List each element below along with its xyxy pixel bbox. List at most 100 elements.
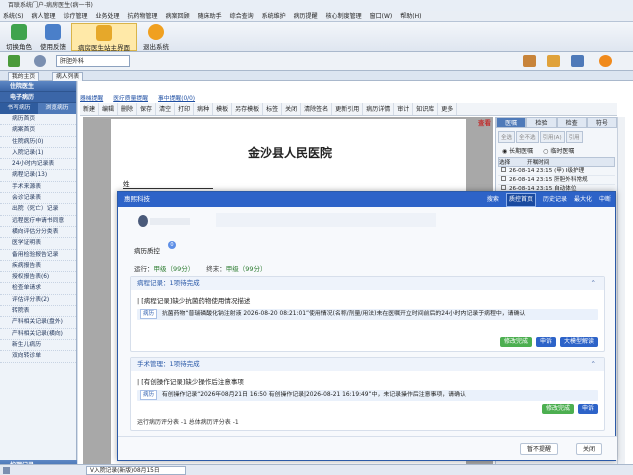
sidebar-item[interactable]: 住院病历(0) [0,137,76,148]
doctor-station-button[interactable]: 病房医生站主界面 [71,23,137,52]
switch-role-button[interactable]: 切换角色 [2,23,36,51]
history-button[interactable]: 历史记录 [543,192,567,207]
menu-item[interactable]: 核心制度管理 [326,11,362,21]
document-field[interactable]: 姓 [123,178,213,189]
clear-button[interactable]: 清空 [156,103,176,115]
sidebar-item[interactable]: 24小时内记录表 [0,159,76,171]
sidebar-item[interactable]: 病程记录(13) [0,170,76,182]
disease-button[interactable]: 病种 [194,103,214,115]
tab-browse-record[interactable]: 浏览病历 [38,103,76,114]
interrupt-button[interactable]: 中断 [599,192,611,207]
sidebar-header[interactable]: 住院医生 [0,81,76,92]
clear-signature-button[interactable]: 清除签名 [301,103,333,115]
mark-done-button[interactable]: 修改完成 [541,404,574,414]
sidebar-item[interactable]: 新生儿病历 [0,340,76,352]
sidebar-item[interactable]: 产科相关记录(盘外) [0,317,76,329]
more-button[interactable]: 更多 [438,103,458,115]
menu-item[interactable]: 病人管理 [32,11,56,21]
dont-remind-button[interactable]: 暂不提醒 [520,443,559,455]
menu-item[interactable]: 系统维护 [262,11,286,21]
menu-item[interactable]: 病历提醒 [294,11,318,21]
new-button[interactable]: 新建 [80,103,100,115]
tab-orders[interactable]: 医嘱 [496,117,527,128]
print-button[interactable]: 打印 [175,103,195,115]
sidebar-item[interactable]: 评估评分表(2) [0,295,76,307]
sidebar-item[interactable]: 转院表 [0,306,76,318]
close-button[interactable]: 关闭 [282,103,302,115]
record-detail-button[interactable]: 病历详情 [363,103,395,115]
exit-button[interactable]: 退出系统 [139,23,173,51]
tab-home[interactable]: 我的主页 [8,72,40,81]
feedback-button[interactable]: 使用反馈 [36,23,70,51]
row-checkbox[interactable] [501,176,506,181]
table-row[interactable]: 26-08-14 23:15 肝胆外科常规 [498,176,615,185]
table-row[interactable]: 26-08-14 23:15 (甲) I级护理 [498,167,615,176]
menu-item[interactable]: 诊疗管理 [64,11,88,21]
menu-item[interactable]: 帮助(H) [400,11,421,21]
ai-explain-button[interactable]: 大模型解读 [559,337,598,347]
vertical-scrollbar[interactable] [617,117,625,464]
sidebar-item[interactable]: 双向转诊单 [0,351,76,363]
appeal-button[interactable]: 申诉 [577,404,598,414]
tab-write-record[interactable]: 书写病历 [0,103,38,114]
open-document-tab[interactable]: V入院记录(新版)08月15日 [86,466,186,475]
section-header[interactable]: 手术管理：1项待完成 ⌃ [131,358,604,371]
menu-item[interactable]: 综合查询 [230,11,254,21]
audit-button[interactable]: 审计 [394,103,414,115]
select-none-button[interactable]: 全不选 [516,131,539,143]
nav-left-icon[interactable] [3,467,10,474]
save-button[interactable]: 保存 [137,103,157,115]
row-checkbox[interactable] [501,185,506,190]
sidebar-item[interactable]: 病历首页 [0,114,76,126]
reference-button[interactable]: 引用 [565,131,583,143]
sidebar-item[interactable]: 病案首页 [0,125,76,137]
search-button[interactable]: 搜索 [487,192,499,207]
template-button[interactable]: 模板 [213,103,233,115]
tag-button[interactable]: 标签 [263,103,283,115]
sidebar-item[interactable]: 疾病报告表 [0,261,76,273]
sidebar-emr-header[interactable]: 电子病历 [0,92,76,103]
sidebar-item[interactable]: 备用检验报告记录 [0,250,76,261]
row-checkbox[interactable] [501,167,506,172]
sidebar-item[interactable]: 产科相关记录(横向) [0,329,76,340]
menu-item[interactable]: 窗口(W) [370,11,393,21]
close-dialog-button[interactable]: 关闭 [576,443,603,455]
section-header[interactable]: 病程记录：1项待完成 ⌃ [131,277,604,290]
radio-long-term[interactable]: ◉ 长期医嘱 [502,146,533,155]
sidebar-item[interactable]: 医学证明表 [0,238,76,250]
link-incident-reminder[interactable]: 事中提醒(0/0) [158,93,195,103]
chevron-up-icon[interactable]: ⌃ [591,358,596,371]
save-template-button[interactable]: 另存模板 [232,103,264,115]
menu-item[interactable]: 业务处理 [96,11,120,21]
tab-exam[interactable]: 检查 [556,117,587,128]
link-device-reminder[interactable]: 器械提醒 [80,93,103,103]
sidebar-item[interactable]: 远程医疗申请书同意 [0,216,76,227]
mail-icon[interactable] [547,55,560,67]
knowledge-button[interactable]: 知识库 [413,103,439,115]
reference-a-button[interactable]: 引用(A) [539,131,565,143]
sidebar-item[interactable]: 入院记录(1) [0,148,76,160]
select-all-button[interactable]: 全选 [498,131,516,143]
sidebar-item[interactable]: 授权报告表(6) [0,272,76,284]
mark-done-button[interactable]: 修改完成 [499,337,532,347]
menu-item[interactable]: 病案回顾 [166,11,190,21]
tab-patient-list[interactable]: 病人列表 [52,72,84,81]
maximize-button[interactable]: 最大化 [574,192,592,207]
search-icon[interactable] [34,55,46,67]
refresh-icon[interactable] [8,55,20,67]
update-reference-button[interactable]: 更新引用 [332,103,364,115]
menu-item[interactable]: 抗药物管理 [128,11,158,21]
sidebar-item[interactable]: 会诊记录表 [0,193,76,205]
sidebar-item[interactable]: 横向评估分分类表 [0,227,76,239]
menu-item[interactable]: 系统(S) [3,11,24,21]
tab-symbol[interactable]: 符号 [586,117,617,128]
sidebar-item[interactable]: 手术来源表 [0,182,76,194]
link-quality-reminder[interactable]: 医疗质量提醒 [113,93,148,103]
menu-item[interactable]: 随床助手 [198,11,222,21]
qc-home-button[interactable]: 质控首页 [505,193,536,207]
radio-temporary[interactable]: ○ 临时医嘱 [543,146,574,155]
department-select[interactable]: 肝胆外科 [56,55,130,67]
chevron-up-icon[interactable]: ⌃ [591,277,596,290]
chat-icon[interactable] [571,55,584,67]
appeal-button[interactable]: 申诉 [535,337,556,347]
